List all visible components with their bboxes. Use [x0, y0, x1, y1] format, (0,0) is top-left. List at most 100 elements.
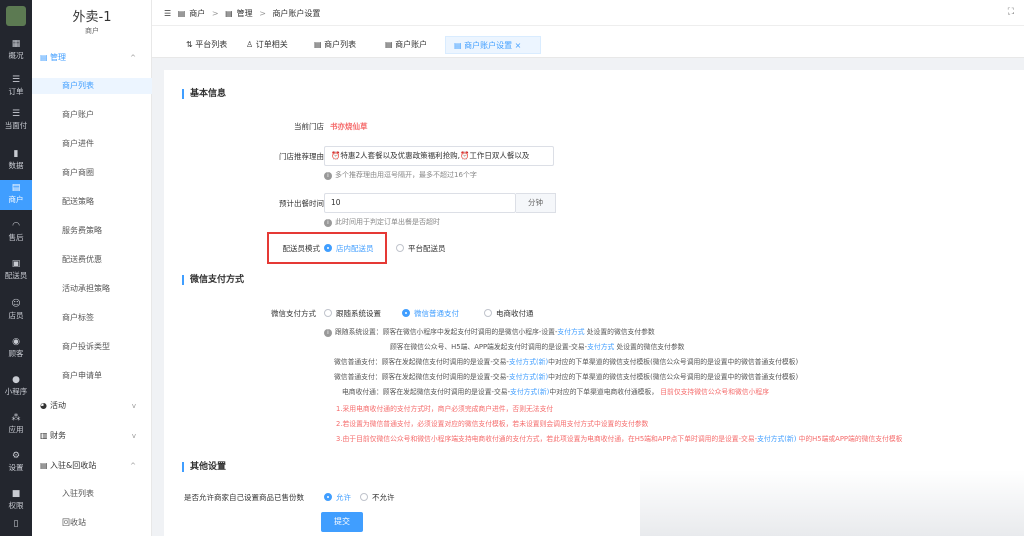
pay-note-5: 电商收付通：顾客在发起微信支付时调用的是设置-交易-支付方式(新)中对应的下单渠… — [342, 388, 769, 396]
menu-item-merchant-list[interactable]: 商户列表 — [32, 78, 152, 94]
app-logo[interactable] — [6, 6, 26, 26]
time-label: 预计出餐时间 — [279, 199, 324, 208]
radio-ecommerce-pay[interactable]: 电商收付通 — [484, 308, 534, 319]
menu-item-merchant-onboard[interactable]: 商户进件 — [32, 136, 152, 152]
tab-merchant-account-settings[interactable]: ▤ 商户账户设置 × — [445, 36, 541, 54]
gear-icon: ⚙ — [11, 451, 21, 461]
rail-item-miniapp[interactable]: ● 小程序 — [0, 372, 32, 402]
menu-group-settle[interactable]: ▤ 入驻&回收站 ^ — [32, 458, 152, 474]
reason-input[interactable]: ⏰特惠2人套餐以及优惠政策福利抢购,⏰工作日双人餐以及 — [324, 146, 554, 166]
breadcrumb-item[interactable]: 商户 — [189, 9, 205, 18]
rail-item-settings[interactable]: ⚙ 设置 — [0, 448, 32, 478]
truck-icon: ▣ — [11, 259, 21, 269]
store-icon: ▤ — [40, 461, 48, 470]
sliders-icon: ⇅ — [186, 40, 196, 49]
rail-item-overview[interactable]: ▦ 概况 — [0, 36, 32, 66]
tab-order-related[interactable]: ♙ 订单相关 — [238, 36, 296, 54]
rail-item-doc[interactable]: ▯ — [0, 516, 32, 536]
rail-item-customer[interactable]: ◉ 顾客 — [0, 334, 32, 364]
menu-item-service-fee[interactable]: 服务费策略 — [32, 223, 152, 239]
pay-method-new-link[interactable]: 支付方式(新) — [509, 373, 548, 381]
menu-item-settle-list[interactable]: 入驻列表 — [32, 486, 152, 502]
store-icon: ▤ — [177, 9, 186, 18]
radio-dot — [396, 244, 404, 252]
pay-method-new-link[interactable]: 支付方式(新) — [757, 435, 796, 443]
radio-dot — [484, 309, 492, 317]
rail-item-courier[interactable]: ▣ 配送员 — [0, 256, 32, 286]
breadcrumb-separator: > — [211, 9, 219, 18]
store-name: 外卖-1 — [72, 10, 112, 25]
radio-follow-system[interactable]: 跟随系统设置 — [324, 308, 381, 319]
rail-item-staff[interactable]: ☺ 店员 — [0, 296, 32, 326]
rail-item-apps[interactable]: ⁂ 应用 — [0, 410, 32, 440]
wechat-icon: ● — [12, 375, 20, 385]
radio-dot — [324, 309, 332, 317]
pay-method-new-link[interactable]: 支付方式(新) — [510, 388, 549, 396]
top-bar: ☰ ▤ 商户 > ▤ 管理 > 商户账户设置 ⛶ — [152, 0, 1024, 26]
radio-platform-courier[interactable]: 平台配送员 — [396, 243, 446, 254]
sold-count-label: 是否允许商家自己设置商品已售份数 — [184, 493, 304, 502]
menu-item-applications[interactable]: 商户申请单 — [32, 368, 152, 384]
rail-item-after-sale[interactable]: ◠ 售后 — [0, 218, 32, 248]
grid-icon: ▦ — [11, 39, 21, 49]
breadcrumb-item[interactable]: 管理 — [237, 9, 253, 18]
radio-wechat-normal[interactable]: 微信普通支付 — [402, 308, 459, 319]
store-icon: ▤ — [314, 40, 325, 49]
delivery-label: 配送员模式 — [282, 244, 321, 253]
pay-method-link[interactable]: 支付方式 — [557, 328, 584, 336]
info-icon: i — [324, 172, 332, 180]
pay-note-3: 微信普通支付：顾客在发起微信支付时调用的是设置-交易-支付方式(新)中对应的下单… — [334, 358, 799, 366]
tab-merchant-account[interactable]: ▤ 商户账户 — [377, 36, 435, 54]
reason-hint: i 多个推荐理由用逗号隔开，最多不超过16个字 — [324, 170, 477, 180]
menu-group-finance[interactable]: ▥ 财务 v — [32, 428, 152, 444]
close-icon[interactable]: × — [512, 41, 522, 50]
menu-item-delivery-strategy[interactable]: 配送策略 — [32, 194, 152, 210]
menu-toggle-icon[interactable]: ☰ — [164, 9, 171, 18]
store-icon: ▤ — [11, 183, 21, 193]
fullscreen-icon[interactable]: ⛶ — [1008, 7, 1014, 17]
settings-form: 基本信息 当前门店 书亦烧仙草 门店推荐理由 ⏰特惠2人套餐以及优惠政策福利抢购… — [164, 70, 1024, 536]
radio-store-courier[interactable]: 店内配送员 — [324, 243, 374, 254]
radio-dot — [324, 493, 332, 501]
breadcrumb-item: 商户账户设置 — [272, 9, 321, 18]
rail-item-permission[interactable]: ■ 权限 — [0, 486, 32, 516]
time-input[interactable]: 10 — [324, 193, 516, 213]
menu-item-recycle-bin[interactable]: 回收站 — [32, 515, 152, 531]
menu-item-delivery-discount[interactable]: 配送费优惠 — [32, 252, 152, 268]
rail-item-merchant[interactable]: ▤ 商户 — [0, 180, 32, 210]
menu-item-complaint-type[interactable]: 商户投诉类型 — [32, 339, 152, 355]
rail-item-face-pay[interactable]: ☰ 当面付 — [0, 106, 32, 136]
tab-merchant-list[interactable]: ▤ 商户列表 — [306, 36, 364, 54]
menu-group-manage[interactable]: ▤ 管理 ^ — [32, 50, 152, 66]
pay-method-link[interactable]: 支付方式 — [587, 343, 614, 351]
chevron-down-icon: v — [131, 432, 136, 440]
menu-item-merchant-district[interactable]: 商户商圈 — [32, 165, 152, 181]
radio-allow[interactable]: 允许 — [324, 492, 351, 503]
radio-disallow[interactable]: 不允许 — [360, 492, 395, 503]
doc-icon: ▯ — [13, 519, 19, 529]
menu-item-activity-cost[interactable]: 活动承担策略 — [32, 281, 152, 297]
breadcrumb-separator: > — [259, 9, 266, 18]
rail-item-orders[interactable]: ☰ 订单 — [0, 72, 32, 102]
pay-label: 微信支付方式 — [271, 309, 316, 318]
users-icon: ☺ — [11, 299, 21, 309]
bottom-fade-overlay — [640, 470, 1024, 536]
menu-group-activity[interactable]: ◕ 活动 v — [32, 398, 152, 414]
menu-item-merchant-account[interactable]: 商户账户 — [32, 107, 152, 123]
submit-button[interactable]: 提交 — [321, 512, 363, 532]
time-unit: 分钟 — [516, 193, 556, 213]
pay-method-new-link[interactable]: 支付方式(新) — [509, 358, 548, 366]
store-value: 书亦烧仙草 — [330, 122, 368, 131]
app-root: ▦ 概况 ☰ 订单 ☰ 当面付 ▮ 数据 ▤ 商户 ◠ 售后 ▣ 配送员 ☺ 店员 ◉ 顾客 ● 小… — [0, 0, 1024, 536]
info-icon: i — [324, 219, 332, 227]
finance-icon: ▥ — [40, 431, 48, 440]
pay-note-2: 顾客在微信公众号、H5端、APP端发起支付时调用的是设置-交易-支付方式 处设置… — [390, 343, 685, 351]
tab-platform-list[interactable]: ⇅ 平台列表 — [178, 36, 235, 54]
store-icon: ▤ — [225, 9, 233, 18]
breadcrumb: ☰ ▤ 商户 > ▤ 管理 > 商户账户设置 — [164, 8, 324, 19]
section-title-basic: 基本信息 — [182, 89, 226, 99]
list-icon: ☰ — [11, 75, 21, 85]
menu-item-merchant-tags[interactable]: 商户标签 — [32, 310, 152, 326]
radio-dot — [402, 309, 410, 317]
rail-item-data[interactable]: ▮ 数据 — [0, 146, 32, 176]
